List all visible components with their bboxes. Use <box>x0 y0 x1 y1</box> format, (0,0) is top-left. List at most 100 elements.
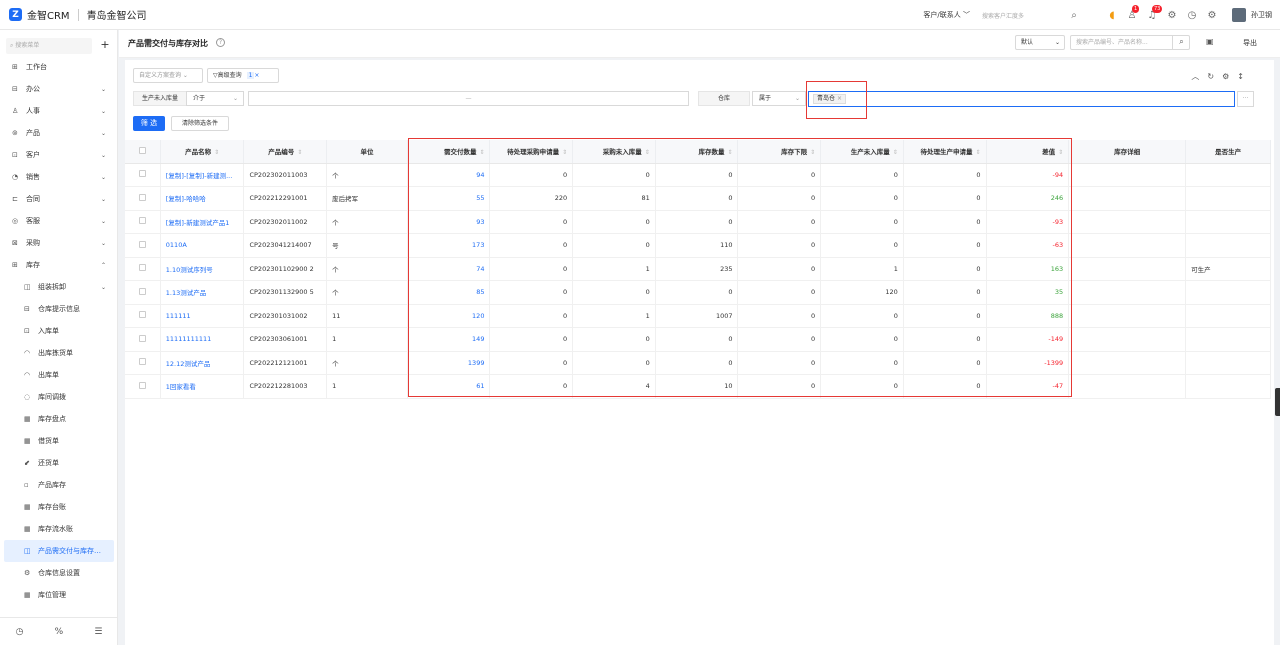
sidebar-item[interactable]: ⊏ 合同 ⌄ <box>0 188 118 210</box>
sidebar-item[interactable]: ▫ 产品库存 <box>0 474 118 496</box>
percent-icon[interactable]: % <box>55 627 64 637</box>
speaker-icon[interactable]: ◖ <box>1102 10 1122 21</box>
table-row[interactable]: [复制]-新建测试产品1 CP202302011002 个 93 0 0 0 0 0 0 -93 <box>125 210 1271 234</box>
column-header[interactable]: 单位 <box>326 140 408 164</box>
column-header[interactable]: 差值 ⇕ <box>986 140 1070 164</box>
global-search-input[interactable]: 搜索客户汇度多 <box>982 11 1064 20</box>
sidebar-item[interactable]: ⊟ 仓库提示信息 <box>0 298 118 320</box>
cell-name[interactable]: 1回家看看 <box>160 374 245 399</box>
cell-demand[interactable]: 55 <box>407 186 491 211</box>
sidebar-item[interactable]: ⊞ 工作台 <box>0 56 118 78</box>
brand-logo[interactable]: Z 金智CRM <box>9 7 70 22</box>
help-icon[interactable]: ? <box>216 38 225 47</box>
column-settings-icon[interactable]: ⚙ <box>1222 72 1237 81</box>
cell-demand[interactable]: 94 <box>407 163 491 187</box>
clock-icon[interactable]: ◷ <box>1182 10 1202 21</box>
column-header[interactable]: 生产未入库量 ⇕ <box>820 140 904 164</box>
warehouse-tag[interactable]: 青岛仓 × <box>813 94 846 104</box>
select-all-checkbox[interactable] <box>138 146 146 154</box>
sidebar-item[interactable]: ⚙ 仓库信息设置 <box>0 562 118 584</box>
sidebar-item[interactable]: ◠ 出库单 <box>0 364 118 386</box>
cell-name[interactable]: 1.10测试序列号 <box>160 257 245 281</box>
cell-demand[interactable]: 93 <box>407 210 491 234</box>
clear-filters-button[interactable]: 清除筛选条件 <box>171 116 229 131</box>
row-checkbox[interactable] <box>138 217 146 225</box>
warehouse-select-input[interactable]: 青岛仓 × <box>808 91 1235 107</box>
cell-demand[interactable]: 173 <box>407 233 491 258</box>
save-icon[interactable]: ▣ <box>1206 37 1214 46</box>
sidebar-item[interactable]: ▦ 库存台账 <box>0 496 118 518</box>
bell-icon[interactable]: ♫ 73 <box>1142 4 1163 21</box>
close-icon[interactable]: × <box>837 95 842 102</box>
column-header[interactable] <box>125 140 161 164</box>
sidebar-item[interactable]: ⊡ 入库单 <box>0 320 118 342</box>
column-header[interactable]: 库存数量 ⇕ <box>655 140 739 164</box>
column-header[interactable]: 采购未入库量 ⇕ <box>572 140 656 164</box>
close-icon[interactable]: × <box>254 72 259 79</box>
column-header[interactable]: 产品编号 ⇕ <box>243 140 328 164</box>
cell-name[interactable]: 11111111111 <box>160 327 245 352</box>
row-checkbox[interactable] <box>138 311 146 319</box>
collapse-icon[interactable]: ︿ <box>1191 72 1207 81</box>
row-checkbox[interactable] <box>138 170 146 178</box>
table-row[interactable]: 12.12测试产品 CP202212121001 个 1399 0 0 0 0 0 0 -1399 <box>125 351 1271 375</box>
menu-search-input[interactable]: ⌕ 搜索菜单 <box>6 38 92 54</box>
row-checkbox[interactable] <box>138 381 146 389</box>
cell-name[interactable]: 111111 <box>160 304 245 328</box>
row-checkbox[interactable] <box>138 287 146 295</box>
filter-operator-select[interactable]: 介于 ⌄ <box>186 91 244 106</box>
sidebar-item[interactable]: ⊟ 办公 ⌄ <box>0 78 118 100</box>
table-row[interactable]: 1.10测试序列号 CP202301102900 2 个 74 0 1 235 0 1 0 163 可… <box>125 257 1271 281</box>
advanced-query-button[interactable]: ▽高级查询 1 × <box>207 68 279 83</box>
sort-icon[interactable]: ⇕ <box>297 149 302 156</box>
cell-demand[interactable]: 74 <box>407 257 491 281</box>
search-icon[interactable]: ⌕ <box>1064 10 1084 21</box>
cell-name[interactable]: [复制]-新建测试产品1 <box>160 210 245 234</box>
sidebar-item[interactable]: ◔ 销售 ⌄ <box>0 166 118 188</box>
sidebar-item[interactable]: ▦ 库位管理 <box>0 584 118 606</box>
sort-select[interactable]: 默认 ⌄ <box>1015 35 1065 50</box>
sidebar-item[interactable]: ▦ 借货单 <box>0 430 118 452</box>
sort-icon[interactable]: ⇕ <box>214 149 219 156</box>
table-row[interactable]: 11111111111 CP202303061001 1 149 0 0 0 0 0 0 -149 <box>125 327 1271 352</box>
sidebar-item[interactable]: ▦ 库存盘点 <box>0 408 118 430</box>
cell-name[interactable]: 1.13测试产品 <box>160 280 245 305</box>
sort-icon[interactable]: ⇕ <box>1058 149 1063 156</box>
cell-demand[interactable]: 1399 <box>407 351 491 375</box>
sort-icon[interactable]: ⇕ <box>727 149 732 156</box>
sidebar-item[interactable]: ⊡ 客户 ⌄ <box>0 144 118 166</box>
cell-demand[interactable]: 120 <box>407 304 491 328</box>
cell-demand[interactable]: 61 <box>407 374 491 399</box>
sidebar-item[interactable]: ⊚ 产品 ⌄ <box>0 122 118 144</box>
sidebar-item[interactable]: ◠ 出库拣货单 <box>0 342 118 364</box>
table-row[interactable]: [复制]-哈哈哈 CP202212291001 废后拷军 55 220 81 0 0 0 0 246 <box>125 186 1271 211</box>
sidebar-item[interactable]: ⊞ 库存 ⌃ <box>0 254 118 276</box>
contacts-icon[interactable]: ♙ 1 <box>1122 4 1142 21</box>
sort-icon[interactable]: ⇕ <box>645 149 650 156</box>
range-input[interactable]: — <box>248 91 689 106</box>
column-header[interactable]: 库存详细 <box>1068 140 1187 164</box>
cell-name[interactable]: [复制]-[复制]-新建测... <box>160 163 245 187</box>
settings-icon[interactable]: ⚙ <box>1202 10 1222 21</box>
column-header[interactable]: 库存下限 ⇕ <box>737 140 822 164</box>
history-icon[interactable]: ◷ <box>16 627 24 637</box>
row-checkbox[interactable] <box>138 334 146 342</box>
sidebar-item[interactable]: ◫ 产品需交付与库存… <box>4 540 114 562</box>
filter-button[interactable]: 筛 选 <box>133 116 165 131</box>
cell-demand[interactable]: 149 <box>407 327 491 352</box>
user-name[interactable]: 孙卫钢 <box>1251 10 1272 20</box>
sort-icon[interactable]: ⇕ <box>893 149 898 156</box>
table-row[interactable]: [复制]-[复制]-新建测... CP202302011003 个 94 0 0 0 0 0 0-… <box>125 163 1271 187</box>
sidebar-item[interactable]: ◎ 客服 ⌄ <box>0 210 118 232</box>
sidebar-item[interactable]: ⊠ 采购 ⌄ <box>0 232 118 254</box>
sidebar-item[interactable]: ▦ 库存流水账 <box>0 518 118 540</box>
column-header[interactable]: 待处理采购申请量 ⇕ <box>489 140 574 164</box>
cell-demand[interactable]: 85 <box>407 280 491 305</box>
sidebar-item[interactable]: ◌ 库间调拨 <box>0 386 118 408</box>
gear-icon[interactable]: ⚙ <box>1162 10 1182 21</box>
more-options-button[interactable]: ··· <box>1237 91 1254 107</box>
column-header[interactable]: 需交付数量 ⇕ <box>407 140 491 164</box>
row-checkbox[interactable] <box>138 264 146 272</box>
refresh-icon[interactable]: ↻ <box>1207 72 1222 81</box>
side-scroll-handle[interactable] <box>1275 388 1280 416</box>
